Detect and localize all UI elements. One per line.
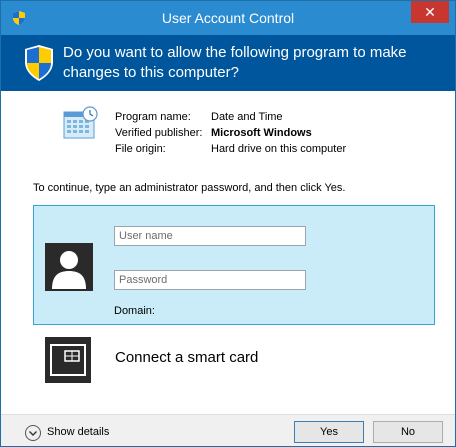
file-origin-label: File origin: [115, 143, 166, 155]
program-name-value: Date and Time [211, 111, 283, 123]
smart-card-icon[interactable] [45, 337, 91, 383]
username-field[interactable] [114, 226, 306, 246]
instruction-text: To continue, type an administrator passw… [33, 182, 346, 194]
show-details-link[interactable]: Show details [47, 426, 109, 438]
prompt-question: Do you want to allow the following progr… [63, 44, 407, 81]
domain-label: Domain: [114, 305, 155, 317]
user-avatar-icon [45, 243, 93, 291]
date-and-time-icon [63, 106, 98, 139]
yes-button[interactable]: Yes [294, 421, 364, 443]
close-button[interactable]: ✕ [411, 1, 449, 23]
window-title: User Account Control [161, 10, 295, 26]
no-button[interactable]: No [373, 421, 443, 443]
program-name-label: Program name: [115, 111, 191, 123]
password-field[interactable] [114, 270, 306, 290]
chevron-down-circle-icon[interactable] [25, 425, 41, 441]
prompt-banner: Do you want to allow the following progr… [1, 35, 455, 91]
smart-card-option[interactable]: Connect a smart card [115, 349, 258, 366]
publisher-value: Microsoft Windows [211, 127, 312, 139]
uac-dialog: User Account Control ✕ Do you want to al… [0, 0, 456, 447]
publisher-label: Verified publisher: [115, 127, 203, 139]
uac-shield-icon [25, 45, 53, 81]
title-bar[interactable]: User Account Control ✕ [1, 1, 455, 35]
credential-tile[interactable]: Domain: [33, 205, 435, 325]
close-icon: ✕ [424, 4, 436, 20]
file-origin-value: Hard drive on this computer [211, 143, 347, 155]
dialog-footer: Show details Yes No [1, 414, 455, 446]
